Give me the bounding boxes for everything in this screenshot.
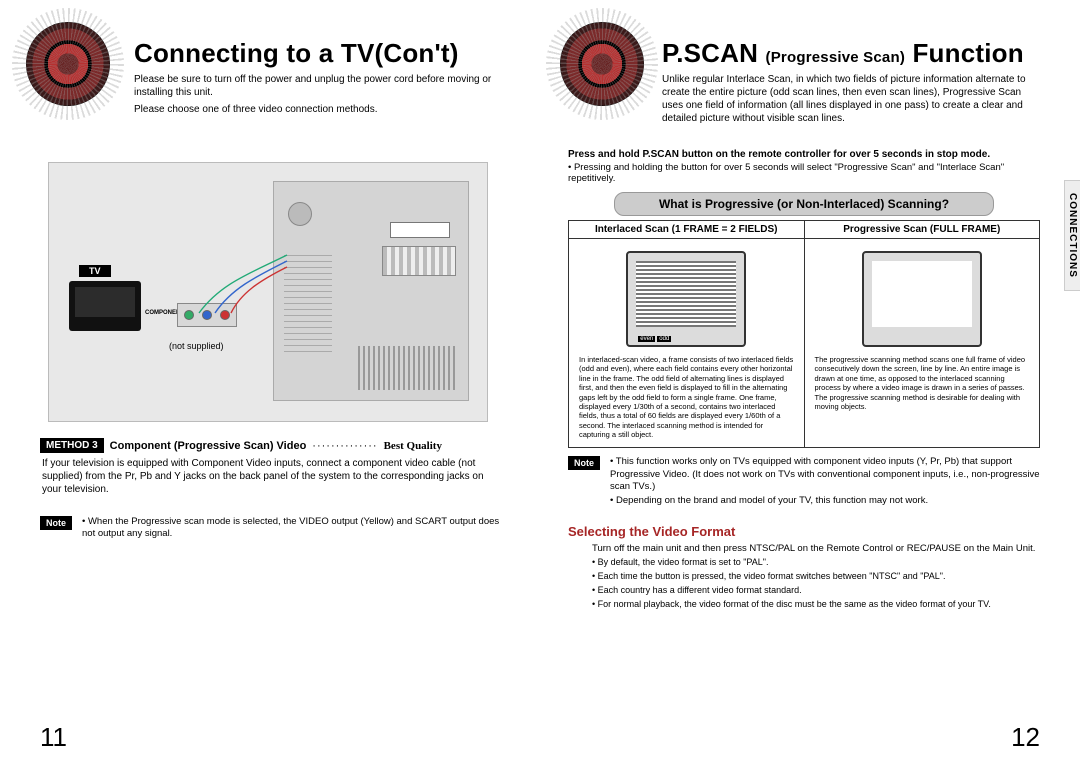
note-item: Depending on the brand and model of your… [610, 495, 1040, 507]
video-format-heading: Selecting the Video Format [568, 524, 1040, 539]
page-number: 12 [1011, 722, 1040, 753]
cable-illustration [191, 243, 311, 343]
pscan-instruction: Press and hold P.SCAN button on the remo… [568, 149, 1040, 160]
note-list: This function works only on TVs equipped… [610, 456, 1040, 509]
interlaced-column: even odd In interlaced-scan video, a fra… [569, 239, 805, 447]
note-row: Note This function works only on TVs equ… [568, 456, 1040, 509]
note-badge: Note [568, 456, 600, 470]
progressive-tv-icon [862, 251, 982, 347]
method-row: METHOD 3 Component (Progressive Scan) Vi… [40, 438, 508, 453]
manual-spread: Connecting to a TV(Con't) Please be sure… [0, 0, 1080, 763]
tv-label: TV [79, 265, 111, 277]
page-11: Connecting to a TV(Con't) Please be sure… [0, 0, 540, 763]
method-dots: ·············· [312, 440, 377, 452]
not-supplied-label: (not supplied) [169, 341, 224, 351]
connection-diagram: TV COMPONENT (not supplied) [48, 162, 488, 422]
method-title: Component (Progressive Scan) Video [110, 440, 307, 452]
note-badge: Note [40, 516, 72, 530]
speaker-icon [26, 22, 110, 106]
tv-icon [69, 281, 141, 331]
vfmt-item: Each time the button is pressed, the vid… [592, 570, 1040, 582]
pscan-instr-list: Pressing and holding the button for over… [568, 162, 1040, 184]
section-tab: CONNECTIONS [1064, 180, 1080, 291]
video-format-list: By default, the video format is set to "… [592, 556, 1040, 611]
video-format-instr: Turn off the main unit and then press NT… [592, 543, 1040, 554]
method-desc: If your television is equipped with Comp… [42, 457, 502, 496]
interlaced-tv-icon: even odd [626, 251, 746, 347]
vfmt-item: Each country has a different video forma… [592, 584, 1040, 596]
progressive-column: The progressive scanning method scans on… [805, 239, 1040, 447]
note-row: Note When the Progressive scan mode is s… [40, 516, 512, 543]
page-title: Connecting to a TV(Con't) [134, 38, 512, 69]
scan-comparison-box: Interlaced Scan (1 FRAME = 2 FIELDS) Pro… [568, 220, 1040, 448]
scan-box-header: What is Progressive (or Non-Interlaced) … [614, 192, 994, 216]
note-item: This function works only on TVs equipped… [610, 456, 1040, 493]
intro-warning: Please be sure to turn off the power and… [134, 73, 512, 99]
note-item: When the Progressive scan mode is select… [82, 516, 512, 541]
pscan-instr-item: Pressing and holding the button for over… [568, 162, 1040, 184]
progressive-header: Progressive Scan (FULL FRAME) [805, 221, 1040, 239]
speaker-icon [560, 22, 644, 106]
page-title: P.SCAN (Progressive Scan) Function [662, 38, 1040, 69]
interlaced-header: Interlaced Scan (1 FRAME = 2 FIELDS) [569, 221, 805, 239]
note-list: When the Progressive scan mode is select… [82, 516, 512, 543]
vfmt-item: For normal playback, the video format of… [592, 598, 1040, 610]
pscan-intro: Unlike regular Interlace Scan, in which … [662, 73, 1040, 125]
page-number: 11 [40, 722, 67, 753]
method-badge: METHOD 3 [40, 438, 104, 453]
interlaced-text: In interlaced-scan video, a frame consis… [579, 355, 794, 439]
method-quality: Best Quality [384, 440, 442, 452]
progressive-text: The progressive scanning method scans on… [815, 355, 1030, 411]
vfmt-item: By default, the video format is set to "… [592, 556, 1040, 568]
intro-choose: Please choose one of three video connect… [134, 103, 512, 116]
page-12: CONNECTIONS P.SCAN (Progressive Scan) Fu… [540, 0, 1080, 763]
